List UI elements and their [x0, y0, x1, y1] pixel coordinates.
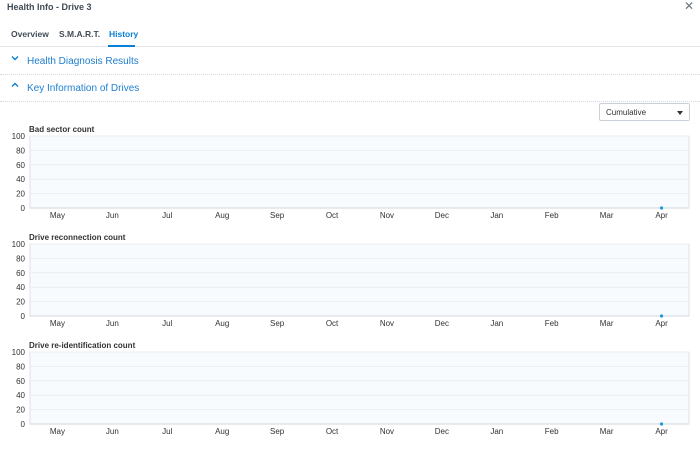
title-bar: Health Info - Drive 3 ✕ — [0, 0, 700, 18]
y-tick-label: 40 — [16, 175, 25, 184]
x-tick-label: Sep — [270, 319, 285, 328]
y-tick-label: 80 — [16, 362, 25, 371]
x-tick-label: Nov — [380, 319, 394, 328]
x-tick-label: Nov — [380, 211, 394, 220]
y-tick-label: 40 — [16, 283, 25, 292]
x-tick-label: Dec — [435, 427, 449, 436]
tab-bar: Overview S.M.A.R.T. History — [0, 26, 700, 47]
y-tick-label: 20 — [16, 406, 25, 415]
caret-down-icon — [677, 111, 683, 115]
chart-drive-re-identification-count: Drive re-identification count 0 20 40 60 80 1… — [0, 341, 700, 441]
section-label: Key Information of Drives — [27, 83, 140, 94]
x-tick-label: Dec — [435, 211, 449, 220]
tab-overview[interactable]: Overview — [11, 29, 49, 39]
x-tick-label: Jul — [162, 427, 172, 436]
x-tick-label: Apr — [655, 427, 668, 436]
x-tick-label: Feb — [545, 319, 559, 328]
y-tick-label: 80 — [16, 146, 25, 155]
x-tick-label: Apr — [655, 319, 668, 328]
chart-drive-reconnection-count: Drive reconnection count 0 20 40 60 80 100 May… — [0, 233, 700, 333]
x-tick-label: Jun — [106, 427, 119, 436]
plot-area — [29, 351, 690, 425]
x-tick-label: Jun — [106, 211, 119, 220]
y-tick-label: 60 — [16, 161, 25, 170]
y-tick-label: 100 — [12, 348, 26, 357]
section-label: Health Diagnosis Results — [27, 56, 139, 67]
x-tick-label: Dec — [435, 319, 449, 328]
data-point[interactable] — [659, 206, 664, 210]
y-tick-label: 100 — [12, 132, 26, 141]
x-tick-label: May — [50, 319, 65, 328]
data-point[interactable] — [659, 422, 664, 426]
x-tick-label: Sep — [270, 211, 285, 220]
x-tick-label: Aug — [215, 211, 229, 220]
y-tick-label: 80 — [16, 254, 25, 263]
y-tick-label: 20 — [16, 298, 25, 307]
x-tick-label: Nov — [380, 427, 394, 436]
x-tick-label: Feb — [545, 427, 559, 436]
x-tick-label: Jul — [162, 319, 172, 328]
chart-plot: 0 20 40 60 80 100 May Jun Jul Aug Sep Oct Nov Dec Jan F… — [12, 132, 690, 220]
tab-history[interactable]: History — [109, 29, 138, 39]
x-tick-label: Mar — [600, 427, 614, 436]
x-tick-label: Jan — [490, 319, 503, 328]
section-key-information-of-drives[interactable]: Key Information of Drives — [0, 75, 700, 102]
x-tick-label: Apr — [655, 211, 668, 220]
chart-plot: 0 20 40 60 80 100 May Jun Jul Aug Sep Oct Nov Dec Jan F… — [12, 348, 690, 436]
x-tick-label: Aug — [215, 319, 229, 328]
x-tick-label: Oct — [326, 211, 339, 220]
x-tick-label: Jul — [162, 211, 172, 220]
plot-area — [29, 243, 690, 317]
window-title: Health Info - Drive 3 — [7, 2, 92, 12]
y-tick-label: 0 — [21, 420, 26, 429]
section-health-diagnosis-results[interactable]: Health Diagnosis Results — [0, 48, 700, 75]
range-select-value: Cumulative — [606, 108, 647, 117]
range-select[interactable]: Cumulative — [599, 103, 690, 121]
chart-plot: 0 20 40 60 80 100 May Jun Jul Aug Sep Oct Nov Dec Jan F… — [12, 240, 690, 328]
plot-area — [29, 135, 690, 209]
y-tick-label: 0 — [21, 204, 26, 213]
active-tab-indicator — [108, 45, 135, 47]
y-tick-label: 60 — [16, 269, 25, 278]
x-tick-label: Sep — [270, 427, 285, 436]
x-tick-label: Feb — [545, 211, 559, 220]
x-tick-label: Oct — [326, 427, 339, 436]
y-tick-label: 20 — [16, 190, 25, 199]
x-tick-label: Oct — [326, 319, 339, 328]
x-tick-label: Aug — [215, 427, 229, 436]
chevron-down-icon — [11, 54, 19, 64]
x-tick-label: Mar — [600, 319, 614, 328]
x-tick-label: Jan — [490, 211, 503, 220]
data-point[interactable] — [659, 314, 664, 318]
chevron-up-icon — [11, 81, 19, 91]
tab-smart[interactable]: S.M.A.R.T. — [59, 29, 100, 39]
y-tick-label: 0 — [21, 312, 26, 321]
y-tick-label: 40 — [16, 391, 25, 400]
x-tick-label: Jun — [106, 319, 119, 328]
y-tick-label: 100 — [12, 240, 26, 249]
close-icon[interactable]: ✕ — [682, 0, 696, 14]
chart-bad-sector-count: Bad sector count 0 20 40 60 80 100 May Jun Jul Au… — [0, 125, 700, 225]
x-tick-label: Mar — [600, 211, 614, 220]
x-tick-label: May — [50, 211, 65, 220]
x-tick-label: May — [50, 427, 65, 436]
x-tick-label: Jan — [490, 427, 503, 436]
y-tick-label: 60 — [16, 377, 25, 386]
